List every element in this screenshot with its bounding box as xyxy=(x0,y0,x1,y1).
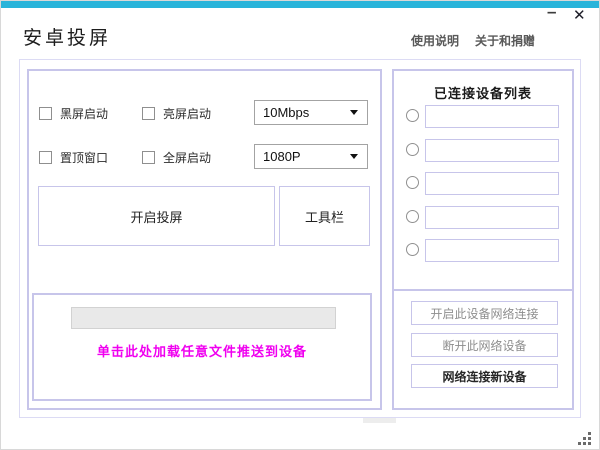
checkbox-black-screen-start[interactable]: 黑屏启动 xyxy=(39,105,108,122)
resize-grip[interactable] xyxy=(578,432,592,446)
file-push-hint: 单击此处加载任意文件推送到设备 xyxy=(34,341,370,360)
checkbox-label: 亮屏启动 xyxy=(163,105,211,122)
checkbox-always-on-top[interactable]: 置顶窗口 xyxy=(39,149,108,166)
device-radio-icon[interactable] xyxy=(406,109,419,122)
device-list-title: 已连接设备列表 xyxy=(394,83,572,102)
file-push-dropzone[interactable]: 单击此处加载任意文件推送到设备 xyxy=(32,293,372,401)
disconnect-network-device-button[interactable]: 断开此网络设备 xyxy=(411,333,558,357)
device-row xyxy=(394,172,572,196)
device-name-field[interactable] xyxy=(425,105,559,128)
checkbox-label: 置顶窗口 xyxy=(60,149,108,166)
page-title: 安卓投屏 xyxy=(23,23,111,50)
checkbox-box-icon[interactable] xyxy=(142,107,155,120)
app-window: 安卓投屏 使用说明 关于和捐赠 – ✕ 黑屏启动 亮屏启动 置顶窗口 全屏启动 … xyxy=(0,0,600,450)
device-row xyxy=(394,239,572,263)
bitrate-select[interactable]: 10Mbps xyxy=(254,100,368,125)
start-mirroring-button[interactable]: 开启投屏 xyxy=(38,186,275,246)
device-name-field[interactable] xyxy=(425,139,559,162)
device-row xyxy=(394,105,572,129)
chevron-down-icon xyxy=(350,154,358,159)
checkbox-box-icon[interactable] xyxy=(39,151,52,164)
checkbox-bright-screen-start[interactable]: 亮屏启动 xyxy=(142,105,211,122)
file-push-progress-bar xyxy=(71,307,336,329)
menu-link-usage[interactable]: 使用说明 xyxy=(411,32,459,49)
panel-divider xyxy=(394,289,572,291)
device-radio-icon[interactable] xyxy=(406,143,419,156)
device-radio-icon[interactable] xyxy=(406,210,419,223)
resolution-select[interactable]: 1080P xyxy=(254,144,368,169)
titlebar-accent xyxy=(1,1,600,8)
checkbox-label: 黑屏启动 xyxy=(60,105,108,122)
device-radio-icon[interactable] xyxy=(406,243,419,256)
device-name-field[interactable] xyxy=(425,206,559,229)
toolbar-button[interactable]: 工具栏 xyxy=(279,186,370,246)
device-row xyxy=(394,139,572,163)
checkbox-box-icon[interactable] xyxy=(39,107,52,120)
minimize-button[interactable]: – xyxy=(547,2,556,22)
resolution-select-value: 1080P xyxy=(263,149,301,164)
close-button[interactable]: ✕ xyxy=(573,6,586,24)
device-row xyxy=(394,206,572,230)
chevron-down-icon xyxy=(350,110,358,115)
device-radio-icon[interactable] xyxy=(406,176,419,189)
checkbox-box-icon[interactable] xyxy=(142,151,155,164)
connect-new-device-button[interactable]: 网络连接新设备 xyxy=(411,364,558,388)
checkbox-label: 全屏启动 xyxy=(163,149,211,166)
device-panel: 已连接设备列表 开启此设备网络连接 断开此网络设备 网络连接新设备 xyxy=(392,69,574,410)
mirroring-panel: 黑屏启动 亮屏启动 置顶窗口 全屏启动 10Mbps 1080P 开启投屏 工具… xyxy=(27,69,382,410)
device-name-field[interactable] xyxy=(425,239,559,262)
bitrate-select-value: 10Mbps xyxy=(263,105,309,120)
checkbox-fullscreen-start[interactable]: 全屏启动 xyxy=(142,149,211,166)
divider-notch xyxy=(363,418,396,423)
enable-device-network-button[interactable]: 开启此设备网络连接 xyxy=(411,301,558,325)
device-name-field[interactable] xyxy=(425,172,559,195)
menu-link-about[interactable]: 关于和捐赠 xyxy=(475,32,535,49)
